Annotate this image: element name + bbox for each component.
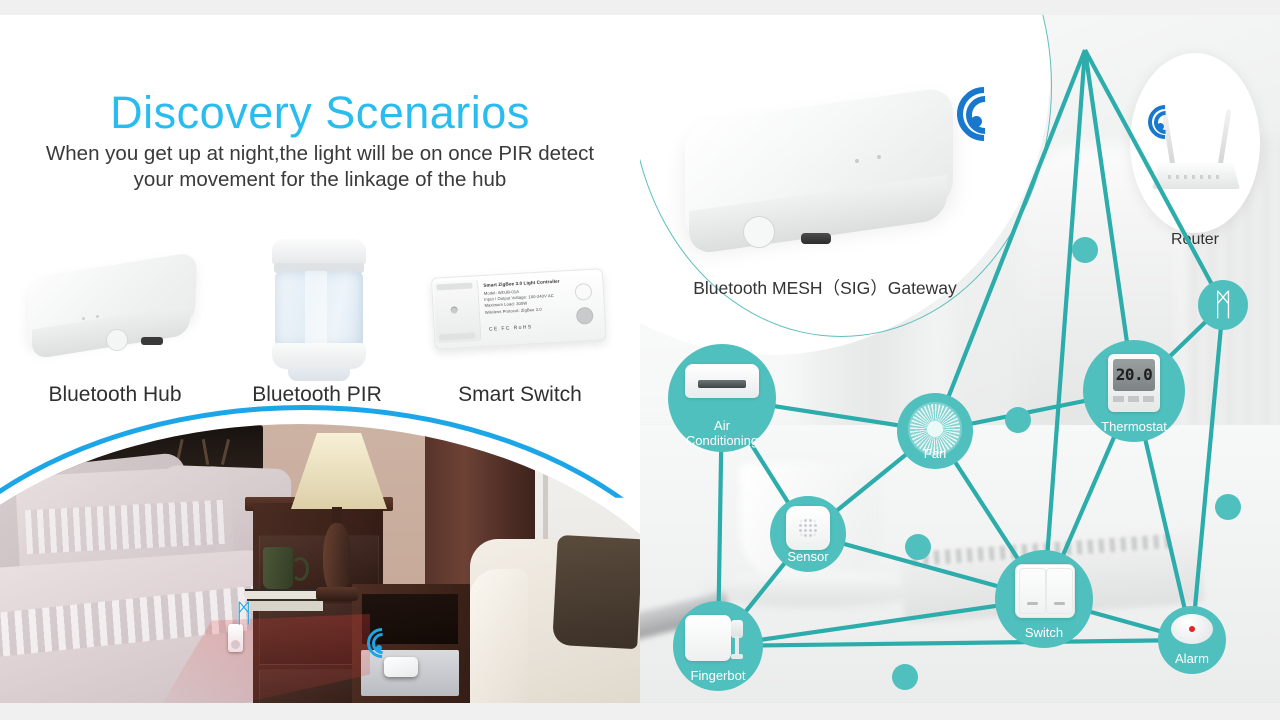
- subtitle-line-1: When you get up at night,the light will …: [45, 142, 595, 165]
- left-panel: Discovery Scenarios When you get up at n…: [0, 15, 640, 703]
- node-label: Air Conditioning: [685, 418, 759, 448]
- scene-pir-device: [228, 624, 243, 652]
- node-fan[interactable]: Fan: [897, 393, 973, 469]
- fingerbot-icon: [685, 615, 751, 661]
- node-sensor[interactable]: Sensor: [770, 496, 846, 572]
- wifi-icon: [360, 621, 404, 665]
- smart-switch-module-icon: Smart ZigBee 3.0 Light Controller Model:…: [430, 268, 607, 357]
- letterbox-top: [0, 0, 1280, 15]
- page-subtitle: When you get up at night,the light will …: [20, 141, 620, 193]
- letterbox-bottom: [0, 703, 1280, 720]
- page-title: Discovery Scenarios: [110, 87, 530, 138]
- product-bluetooth-pir: [222, 237, 412, 387]
- node-fingerbot[interactable]: Fingerbot: [673, 601, 763, 691]
- node-label: Sensor: [787, 549, 829, 565]
- subtitle-line-2: your movement for the linkage of the hub: [133, 168, 507, 192]
- slide-canvas: Discovery Scenarios When you get up at n…: [0, 0, 1280, 720]
- thermostat-icon: 20.0: [1108, 354, 1160, 412]
- node-label: Fan: [923, 446, 947, 462]
- product-bluetooth-hub: [18, 237, 208, 387]
- node-air-conditioning[interactable]: Air Conditioning: [668, 344, 776, 452]
- product-smart-switch: Smart ZigBee 3.0 Light Controller Model:…: [425, 237, 615, 387]
- node-label: Alarm: [1175, 651, 1209, 667]
- product-label-hub: Bluetooth Hub: [48, 383, 182, 406]
- bluetooth-hub-icon: [26, 251, 208, 365]
- node-label: Thermostat: [1101, 419, 1167, 435]
- node-thermostat[interactable]: 20.0 Thermostat: [1083, 340, 1185, 442]
- alarm-icon: [1171, 614, 1213, 644]
- motion-sensor-icon: [786, 506, 830, 550]
- pir-sensor-icon: [266, 239, 371, 384]
- node-label: Fingerbot: [690, 668, 746, 684]
- bluetooth-icon: ᛗ: [1198, 280, 1248, 330]
- bluetooth-icon: ᛗ: [236, 598, 252, 628]
- right-panel: Bluetooth MESH（SIG）Gateway Router Air Co…: [640, 15, 1280, 703]
- node-switch[interactable]: Switch: [995, 550, 1093, 648]
- thermostat-reading: 20.0: [1113, 359, 1155, 391]
- product-label-switch: Smart Switch: [458, 383, 582, 406]
- node-label: Switch: [1024, 625, 1064, 641]
- air-conditioner-icon: [685, 364, 759, 398]
- node-alarm[interactable]: Alarm: [1158, 606, 1226, 674]
- wall-switch-icon: [1015, 564, 1075, 618]
- scene-hub-device: [384, 657, 418, 677]
- product-label-pir: Bluetooth PIR: [252, 383, 382, 406]
